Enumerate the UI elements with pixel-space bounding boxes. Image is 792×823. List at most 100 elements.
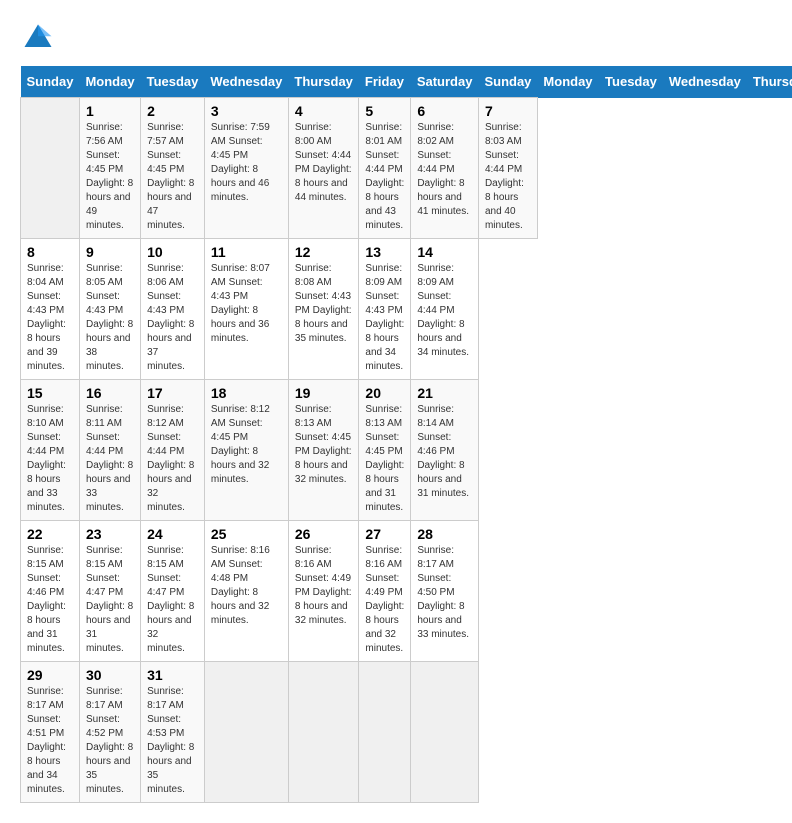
day-info: Sunrise: 8:09 AM Sunset: 4:43 PM Dayligh… — [365, 262, 404, 374]
day-info: Sunrise: 8:15 AM Sunset: 4:47 PM Dayligh… — [86, 544, 134, 656]
header-saturday: Saturday — [411, 66, 479, 98]
day-info: Sunrise: 8:07 AM Sunset: 4:43 PM Dayligh… — [211, 262, 282, 346]
header-friday: Friday — [359, 66, 411, 98]
day-info: Sunrise: 8:11 AM Sunset: 4:44 PM Dayligh… — [86, 403, 134, 515]
calendar-cell: 7 Sunrise: 8:03 AM Sunset: 4:44 PM Daylig… — [478, 98, 537, 239]
day-number: 14 — [417, 244, 472, 260]
day-number: 28 — [417, 526, 472, 542]
day-number: 24 — [147, 526, 198, 542]
calendar-cell: 19 Sunrise: 8:13 AM Sunset: 4:45 PM Dayli… — [288, 380, 359, 521]
calendar-cell — [359, 662, 411, 803]
day-info: Sunrise: 8:04 AM Sunset: 4:43 PM Dayligh… — [27, 262, 73, 374]
calendar-table: SundayMondayTuesdayWednesdayThursdayFrid… — [20, 66, 792, 803]
calendar-week-row: 29Sunrise: 8:17 AM Sunset: 4:51 PM Dayli… — [21, 662, 792, 803]
day-number: 11 — [211, 244, 282, 260]
calendar-cell: 15Sunrise: 8:10 AM Sunset: 4:44 PM Dayli… — [21, 380, 80, 521]
day-number: 1 — [86, 103, 134, 119]
calendar-cell: 24 Sunrise: 8:15 AM Sunset: 4:47 PM Dayli… — [141, 521, 205, 662]
day-info: Sunrise: 8:15 AM Sunset: 4:46 PM Dayligh… — [27, 544, 73, 656]
calendar-cell: 8 Sunrise: 8:04 AM Sunset: 4:43 PM Daylig… — [21, 239, 80, 380]
day-number: 23 — [86, 526, 134, 542]
day-number: 16 — [86, 385, 134, 401]
day-number: 18 — [211, 385, 282, 401]
header-monday: Monday — [79, 66, 140, 98]
calendar-cell: 4Sunrise: 8:00 AM Sunset: 4:44 PM Daylig… — [288, 98, 359, 239]
calendar-cell: 22 Sunrise: 8:15 AM Sunset: 4:46 PM Dayli… — [21, 521, 80, 662]
calendar-cell: 6 Sunrise: 8:02 AM Sunset: 4:44 PM Daylig… — [411, 98, 479, 239]
day-number: 5 — [365, 103, 404, 119]
calendar-cell: 11 Sunrise: 8:07 AM Sunset: 4:43 PM Dayli… — [204, 239, 288, 380]
calendar-week-row: 15Sunrise: 8:10 AM Sunset: 4:44 PM Dayli… — [21, 380, 792, 521]
day-number: 25 — [211, 526, 282, 542]
day-number: 26 — [295, 526, 353, 542]
day-number: 6 — [417, 103, 472, 119]
day-info: Sunrise: 8:15 AM Sunset: 4:47 PM Dayligh… — [147, 544, 198, 656]
logo-icon — [20, 20, 56, 56]
calendar-cell: 27 Sunrise: 8:16 AM Sunset: 4:49 PM Dayli… — [359, 521, 411, 662]
header-wednesday: Wednesday — [204, 66, 288, 98]
calendar-cell: 25Sunrise: 8:16 AM Sunset: 4:48 PM Dayli… — [204, 521, 288, 662]
day-info: Sunrise: 8:16 AM Sunset: 4:49 PM Dayligh… — [295, 544, 353, 628]
day-number: 8 — [27, 244, 73, 260]
header-col-wednesday: Wednesday — [663, 66, 747, 98]
calendar-cell: 13 Sunrise: 8:09 AM Sunset: 4:43 PM Dayli… — [359, 239, 411, 380]
day-number: 31 — [147, 667, 198, 683]
calendar-cell: 3 Sunrise: 7:59 AM Sunset: 4:45 PM Daylig… — [204, 98, 288, 239]
calendar-header-row: SundayMondayTuesdayWednesdayThursdayFrid… — [21, 66, 792, 98]
day-info: Sunrise: 8:14 AM Sunset: 4:46 PM Dayligh… — [417, 403, 472, 501]
day-info: Sunrise: 8:17 AM Sunset: 4:51 PM Dayligh… — [27, 685, 73, 797]
day-number: 27 — [365, 526, 404, 542]
day-info: Sunrise: 8:17 AM Sunset: 4:50 PM Dayligh… — [417, 544, 472, 642]
day-info: Sunrise: 7:56 AM Sunset: 4:45 PM Dayligh… — [86, 121, 134, 233]
day-info: Sunrise: 8:02 AM Sunset: 4:44 PM Dayligh… — [417, 121, 472, 219]
day-info: Sunrise: 8:13 AM Sunset: 4:45 PM Dayligh… — [295, 403, 353, 487]
day-info: Sunrise: 7:57 AM Sunset: 4:45 PM Dayligh… — [147, 121, 198, 233]
day-info: Sunrise: 8:12 AM Sunset: 4:45 PM Dayligh… — [211, 403, 282, 487]
header-thursday: Thursday — [288, 66, 359, 98]
day-number: 20 — [365, 385, 404, 401]
day-number: 13 — [365, 244, 404, 260]
day-number: 2 — [147, 103, 198, 119]
calendar-cell — [411, 662, 479, 803]
day-number: 22 — [27, 526, 73, 542]
calendar-week-row: 22 Sunrise: 8:15 AM Sunset: 4:46 PM Dayli… — [21, 521, 792, 662]
day-number: 30 — [86, 667, 134, 683]
calendar-week-row: 8 Sunrise: 8:04 AM Sunset: 4:43 PM Daylig… — [21, 239, 792, 380]
day-number: 19 — [295, 385, 353, 401]
day-number: 10 — [147, 244, 198, 260]
day-number: 4 — [295, 103, 353, 119]
calendar-cell: 10 Sunrise: 8:06 AM Sunset: 4:43 PM Dayli… — [141, 239, 205, 380]
calendar-cell: 2 Sunrise: 7:57 AM Sunset: 4:45 PM Daylig… — [141, 98, 205, 239]
day-number: 17 — [147, 385, 198, 401]
calendar-cell: 14Sunrise: 8:09 AM Sunset: 4:44 PM Dayli… — [411, 239, 479, 380]
calendar-cell: 17 Sunrise: 8:12 AM Sunset: 4:44 PM Dayli… — [141, 380, 205, 521]
day-number: 3 — [211, 103, 282, 119]
calendar-cell: 21 Sunrise: 8:14 AM Sunset: 4:46 PM Dayli… — [411, 380, 479, 521]
day-number: 7 — [485, 103, 531, 119]
day-info: Sunrise: 8:05 AM Sunset: 4:43 PM Dayligh… — [86, 262, 134, 374]
calendar-cell: 29Sunrise: 8:17 AM Sunset: 4:51 PM Dayli… — [21, 662, 80, 803]
day-info: Sunrise: 8:13 AM Sunset: 4:45 PM Dayligh… — [365, 403, 404, 515]
day-number: 21 — [417, 385, 472, 401]
day-info: Sunrise: 8:01 AM Sunset: 4:44 PM Dayligh… — [365, 121, 404, 233]
day-info: Sunrise: 8:10 AM Sunset: 4:44 PM Dayligh… — [27, 403, 73, 515]
header-tuesday: Tuesday — [141, 66, 205, 98]
header-col-thursday: Thursday — [747, 66, 792, 98]
day-info: Sunrise: 8:03 AM Sunset: 4:44 PM Dayligh… — [485, 121, 531, 233]
calendar-cell: 26 Sunrise: 8:16 AM Sunset: 4:49 PM Dayli… — [288, 521, 359, 662]
day-info: Sunrise: 8:17 AM Sunset: 4:52 PM Dayligh… — [86, 685, 134, 797]
calendar-cell — [21, 98, 80, 239]
header-col-tuesday: Tuesday — [599, 66, 663, 98]
calendar-cell — [204, 662, 288, 803]
calendar-cell: 31 Sunrise: 8:17 AM Sunset: 4:53 PM Dayli… — [141, 662, 205, 803]
header-sunday: Sunday — [21, 66, 80, 98]
day-info: Sunrise: 8:06 AM Sunset: 4:43 PM Dayligh… — [147, 262, 198, 374]
day-info: Sunrise: 7:59 AM Sunset: 4:45 PM Dayligh… — [211, 121, 282, 205]
day-info: Sunrise: 8:16 AM Sunset: 4:49 PM Dayligh… — [365, 544, 404, 656]
day-number: 9 — [86, 244, 134, 260]
page-header — [20, 20, 772, 56]
day-info: Sunrise: 8:17 AM Sunset: 4:53 PM Dayligh… — [147, 685, 198, 797]
calendar-cell: 9 Sunrise: 8:05 AM Sunset: 4:43 PM Daylig… — [79, 239, 140, 380]
day-info: Sunrise: 8:12 AM Sunset: 4:44 PM Dayligh… — [147, 403, 198, 515]
calendar-cell: 18 Sunrise: 8:12 AM Sunset: 4:45 PM Dayli… — [204, 380, 288, 521]
